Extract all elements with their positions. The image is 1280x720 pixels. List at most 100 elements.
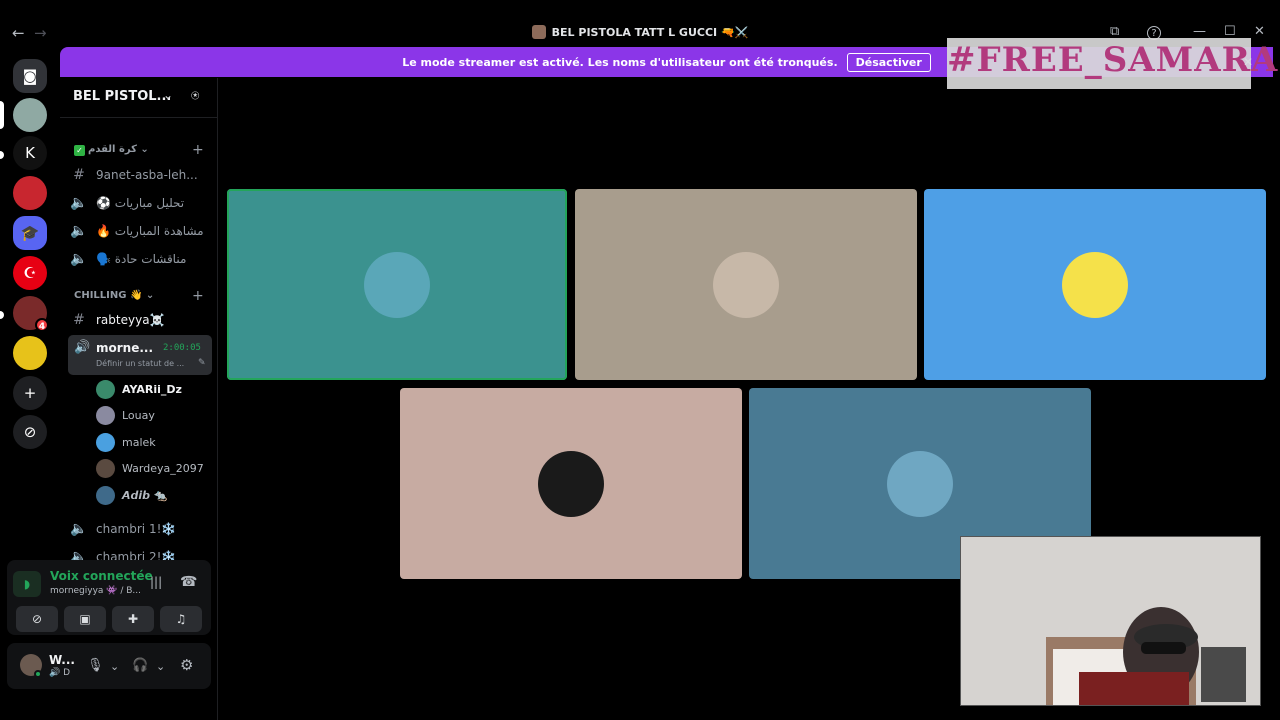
- speaker-icon: 🔈: [70, 521, 88, 537]
- user-substatus: 🔊 D: [49, 668, 70, 678]
- close-icon[interactable]: ✕: [1243, 55, 1253, 69]
- avatar: [887, 450, 953, 517]
- server-icon-discord-home[interactable]: ◙: [13, 59, 47, 93]
- signal-icon[interactable]: ◗: [13, 571, 41, 597]
- channel-label: chambri 1!❄️: [96, 522, 177, 536]
- inbox-icon[interactable]: ⧉: [1110, 24, 1119, 39]
- share-screen-button[interactable]: ▣: [64, 606, 106, 632]
- server-icon-server-7[interactable]: [13, 336, 47, 370]
- noise-suppression-icon[interactable]: |||: [150, 575, 162, 589]
- server-icon-discover[interactable]: ⊘: [13, 415, 47, 449]
- participant-tile-4[interactable]: [400, 388, 742, 579]
- disable-streamer-mode-button[interactable]: Désactiver: [846, 52, 931, 72]
- member-name: 𝘼𝙙𝙞𝙗 🐀: [122, 488, 168, 502]
- voice-channel-path[interactable]: mornegiyya 👾 / B...: [50, 586, 141, 596]
- participant-tile-3[interactable]: [924, 189, 1266, 380]
- chevron-down-icon[interactable]: ⌄: [156, 660, 165, 673]
- create-channel-plus-icon[interactable]: +: [192, 142, 204, 158]
- voice-member[interactable]: malek: [96, 431, 156, 453]
- minimize-icon[interactable]: —: [1193, 24, 1206, 39]
- avatar: [96, 459, 115, 478]
- close-window-icon[interactable]: ✕: [1254, 24, 1265, 39]
- pencil-icon[interactable]: ✎: [198, 358, 206, 368]
- server-icon-server-6[interactable]: 4: [13, 296, 49, 332]
- channel-channels1-3[interactable]: 🔈 🗣️ مناقشات حادة: [68, 247, 210, 271]
- maximize-icon[interactable]: ☐: [1224, 24, 1236, 39]
- microphone-icon[interactable]: 🎙: [87, 658, 104, 673]
- headphones-icon[interactable]: 🎧: [132, 658, 148, 673]
- avatar: [96, 406, 115, 425]
- hashtag-icon: #: [73, 312, 85, 328]
- channel-label: ⚽ تحليل مباريات: [96, 196, 185, 210]
- chevron-down-icon[interactable]: ⌄: [163, 88, 173, 102]
- speaker-icon: 🔊: [74, 340, 91, 355]
- category-chilling[interactable]: CHILLING 👋 ⌄: [74, 290, 154, 301]
- avatar: [96, 432, 115, 452]
- avatar: [96, 379, 115, 399]
- participant-tile-2[interactable]: [575, 189, 917, 380]
- username[interactable]: W...: [49, 653, 75, 667]
- set-status-prompt[interactable]: Définir un statut de ...: [96, 359, 184, 368]
- channel-channels1-1[interactable]: 🔈 ⚽ تحليل مباريات: [68, 191, 210, 215]
- guild-header[interactable]: BEL PISTOL... ⌄ ⍟: [60, 78, 218, 118]
- avatar: [713, 251, 779, 318]
- invite-people-icon[interactable]: ⍟: [191, 88, 199, 104]
- channel-channels1-2[interactable]: 🔈 🔥 مشاهدة المباريات: [68, 219, 210, 243]
- channel-label: 🔥 مشاهدة المباريات: [96, 224, 204, 238]
- server-title-icon: [531, 25, 546, 39]
- server-icon-server-3[interactable]: [13, 176, 47, 210]
- channel-channels1-0[interactable]: #9anet-asba-leh...: [68, 163, 210, 187]
- avatar: [364, 251, 430, 318]
- voice-member[interactable]: 𝘼𝙙𝙞𝙗 🐀: [96, 484, 167, 506]
- hashtag-overlay-text: #FREE_SAMARA: [947, 40, 1279, 80]
- activities-button[interactable]: ✚: [112, 606, 154, 632]
- disconnect-icon[interactable]: ☎: [180, 574, 197, 590]
- category-football[interactable]: ✓ كرة القدم ⌄: [74, 144, 149, 156]
- channel-label: 🗣️ مناقشات حادة: [96, 252, 187, 266]
- server-icon-add-server[interactable]: +: [13, 376, 47, 410]
- checkmark-icon: ✓: [74, 145, 85, 156]
- speaker-icon: 🔈: [70, 251, 88, 267]
- chevron-down-icon[interactable]: ⌄: [110, 660, 119, 673]
- create-channel-plus-icon[interactable]: +: [192, 288, 204, 304]
- webcam-overlay: [960, 536, 1261, 706]
- server-icon-server-1[interactable]: [13, 98, 47, 132]
- avatar: [1062, 251, 1128, 318]
- voice-status[interactable]: Voix connectée: [50, 569, 153, 583]
- settings-gear-icon[interactable]: ⚙: [180, 656, 193, 674]
- window-title: BEL PISTOLA TATT L GUCCI 🔫⚔️: [551, 26, 749, 39]
- avatar: [96, 485, 115, 505]
- online-status-dot: [34, 670, 42, 678]
- unread-pill: [0, 311, 4, 319]
- server-icon-server-5[interactable]: ☪: [13, 256, 47, 290]
- channel-label: rabteyya☠️: [96, 313, 165, 327]
- speaker-icon: 🔈: [70, 195, 88, 211]
- category-label: كرة القدم ⌄: [88, 144, 149, 155]
- voice-member[interactable]: Wardeya_2097: [96, 458, 204, 480]
- selected-server-pill: [0, 101, 4, 129]
- participant-tile-1[interactable]: [227, 189, 567, 380]
- speaker-icon: 🔈: [70, 223, 88, 239]
- member-name: malek: [122, 435, 156, 449]
- channel-rabteyya[interactable]: # rabteyya☠️: [68, 308, 210, 332]
- voice-channel-name: morne...: [96, 341, 154, 355]
- member-name: Louay: [122, 409, 155, 422]
- voice-timer: 2:00:05: [163, 343, 201, 353]
- voice-member[interactable]: Louay: [96, 405, 155, 427]
- soundboard-button[interactable]: ♫: [160, 606, 202, 632]
- streamer-mode-message: Le mode streamer est activé. Les noms d'…: [402, 55, 838, 69]
- mention-badge: 4: [35, 318, 49, 332]
- channel-channels2-0[interactable]: 🔈 chambri 1!❄️: [68, 517, 210, 541]
- server-icon-server-4[interactable]: 🎓: [13, 216, 47, 250]
- avatar: [538, 450, 604, 517]
- unread-pill: [0, 151, 4, 159]
- window-title-container: BEL PISTOLA TATT L GUCCI 🔫⚔️: [0, 25, 1280, 39]
- category-label: CHILLING 👋 ⌄: [74, 290, 155, 301]
- voice-member[interactable]: AYARii_Dz: [96, 378, 182, 400]
- webcam-image: [961, 537, 1260, 705]
- channel-label: 9anet-asba-leh...: [96, 168, 198, 182]
- active-voice-channel[interactable]: 🔊 morne... 2:00:05 Définir un statut de …: [68, 335, 212, 375]
- camera-off-button[interactable]: ⊘: [16, 606, 58, 632]
- server-icon-server-2[interactable]: K: [13, 136, 47, 170]
- hashtag-icon: #: [73, 167, 85, 183]
